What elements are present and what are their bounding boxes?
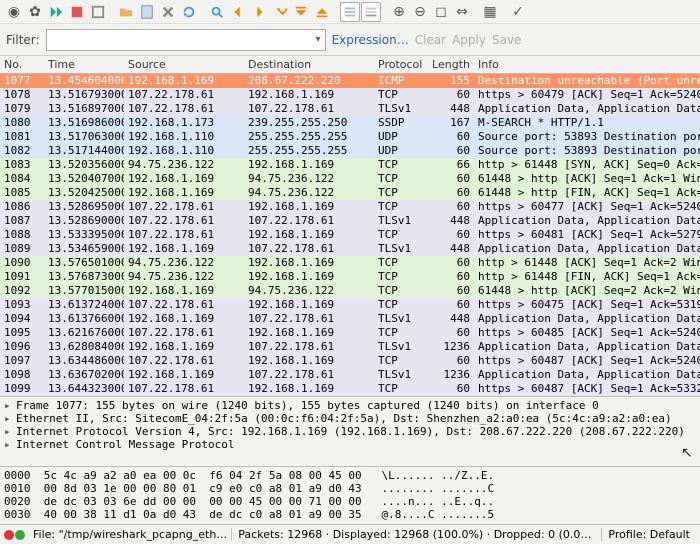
table-row[interactable]: 108713.528690000107.22.178.61107.22.178.… (0, 214, 700, 228)
col-length[interactable]: Length (428, 58, 474, 71)
col-time[interactable]: Time (44, 58, 124, 71)
col-info[interactable]: Info (474, 58, 700, 71)
main-toolbar: ◉ ✿ ⊕ ⊖ ◻ ⇔ ▦ ✓ (0, 0, 700, 24)
jump-to-icon[interactable] (270, 2, 290, 22)
zoom-reset-icon[interactable]: ◻ (431, 2, 451, 22)
table-row[interactable]: 108213.517144000192.168.1.110255.255.255… (0, 144, 700, 158)
table-row[interactable]: 109413.613766000192.168.1.169107.22.178.… (0, 312, 700, 326)
table-row[interactable]: 108413.520407000192.168.1.16994.75.236.1… (0, 172, 700, 186)
capture-filters-icon[interactable]: ▦ (480, 2, 500, 22)
table-row[interactable]: 107713.454604000192.168.1.169208.67.222.… (0, 74, 700, 88)
expert-info-icon[interactable] (4, 530, 14, 540)
col-destination[interactable]: Destination (244, 58, 374, 71)
go-forward-icon[interactable] (249, 2, 269, 22)
tree-item[interactable]: ▸Frame 1077: 155 bytes on wire (1240 bit… (4, 399, 696, 412)
table-row[interactable]: 109513.621676000107.22.178.61192.168.1.1… (0, 326, 700, 340)
options-icon[interactable]: ✿ (25, 2, 45, 22)
col-no[interactable]: No. (0, 58, 44, 71)
col-protocol[interactable]: Protocol (374, 58, 428, 71)
filter-input[interactable]: ▾ (46, 29, 326, 51)
table-row[interactable]: 109713.634486000107.22.178.61192.168.1.1… (0, 354, 700, 368)
expand-icon[interactable]: ▸ (4, 425, 14, 438)
packet-list: No. Time Source Destination Protocol Len… (0, 56, 700, 396)
table-row[interactable]: 107913.516897000107.22.178.61107.22.178.… (0, 102, 700, 116)
filter-dropdown-icon[interactable]: ▾ (316, 34, 321, 45)
go-last-icon[interactable] (312, 2, 332, 22)
col-source[interactable]: Source (124, 58, 244, 71)
table-row[interactable]: 109613.628084000192.168.1.169107.22.178.… (0, 340, 700, 354)
filter-label: Filter: (6, 33, 40, 47)
table-row[interactable]: 108913.534659000192.168.1.169107.22.178.… (0, 242, 700, 256)
packet-bytes[interactable]: 0000 5c 4c a9 a2 a0 ea 00 0c f6 04 2f 5a… (0, 466, 700, 524)
tree-item[interactable]: ▸Ethernet II, Src: SitecomE_04:2f:5a (00… (4, 412, 696, 425)
table-row[interactable]: 109113.57687300094.75.236.122192.168.1.1… (0, 270, 700, 284)
go-first-icon[interactable] (291, 2, 311, 22)
close-file-icon[interactable] (158, 2, 178, 22)
interfaces-icon[interactable]: ◉ (4, 2, 24, 22)
table-row[interactable]: 109913.644323000107.22.178.61192.168.1.1… (0, 382, 700, 396)
packet-details[interactable]: ▸Frame 1077: 155 bytes on wire (1240 bit… (0, 396, 700, 466)
go-back-icon[interactable] (228, 2, 248, 22)
status-profile[interactable]: Profile: Default (601, 528, 696, 541)
reload-icon[interactable] (179, 2, 199, 22)
table-row[interactable]: 109813.636702000192.168.1.169107.22.178.… (0, 368, 700, 382)
resize-columns-icon[interactable]: ⇔ (452, 2, 472, 22)
table-row[interactable]: 108013.516986000192.168.1.173239.255.255… (0, 116, 700, 130)
start-capture-icon[interactable] (46, 2, 66, 22)
status-bar: File: "/tmp/wireshark_pcapng_eth… Packet… (0, 524, 700, 544)
filter-bar: Filter: ▾ Expression… Clear Apply Save (0, 24, 700, 56)
table-row[interactable]: 108513.520425000192.168.1.16994.75.236.1… (0, 186, 700, 200)
table-row[interactable]: 108113.517063000192.168.1.110255.255.255… (0, 130, 700, 144)
save-button[interactable]: Save (492, 33, 521, 47)
table-row[interactable]: 108813.533395000107.22.178.61192.168.1.1… (0, 228, 700, 242)
expand-icon[interactable]: ▸ (4, 412, 14, 425)
apply-button[interactable]: Apply (452, 33, 486, 47)
tree-item[interactable]: ▸Internet Protocol Version 4, Src: 192.1… (4, 425, 696, 438)
save-file-icon[interactable] (137, 2, 157, 22)
autoscroll-toggle-icon[interactable] (361, 2, 381, 22)
expression-button[interactable]: Expression… (332, 33, 409, 47)
table-row[interactable]: 107813.516793000107.22.178.61192.168.1.1… (0, 88, 700, 102)
status-file: File: "/tmp/wireshark_pcapng_eth… (29, 528, 227, 541)
column-headers[interactable]: No. Time Source Destination Protocol Len… (0, 56, 700, 74)
tree-item[interactable]: ▸Internet Control Message Protocol (4, 438, 696, 451)
table-row[interactable]: 109213.577015000192.168.1.16994.75.236.1… (0, 284, 700, 298)
stop-capture-icon[interactable] (67, 2, 87, 22)
restart-capture-icon[interactable] (88, 2, 108, 22)
find-icon[interactable] (207, 2, 227, 22)
table-row[interactable]: 109013.57650100094.75.236.122192.168.1.1… (0, 256, 700, 270)
table-row[interactable]: 108313.52035600094.75.236.122192.168.1.1… (0, 158, 700, 172)
help-icon[interactable]: ✓ (508, 2, 528, 22)
expand-icon[interactable]: ▸ (4, 399, 14, 412)
status-packets: Packets: 12968 · Displayed: 12968 (100.0… (231, 528, 597, 541)
table-row[interactable]: 108613.528695000107.22.178.61192.168.1.1… (0, 200, 700, 214)
table-row[interactable]: 109313.613724000107.22.178.61192.168.1.1… (0, 298, 700, 312)
expand-icon[interactable]: ▸ (4, 438, 14, 451)
clear-button[interactable]: Clear (415, 33, 446, 47)
open-file-icon[interactable] (116, 2, 136, 22)
capture-status-icon[interactable] (15, 530, 25, 540)
zoom-in-icon[interactable]: ⊕ (389, 2, 409, 22)
colorize-toggle-icon[interactable] (340, 2, 360, 22)
zoom-out-icon[interactable]: ⊖ (410, 2, 430, 22)
